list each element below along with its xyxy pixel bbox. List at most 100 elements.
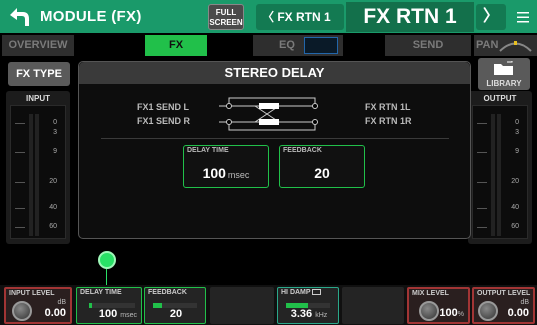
- feedback-knob-value: 20: [169, 308, 183, 320]
- meter-tick: [15, 182, 25, 183]
- input-scale-label: 0: [53, 119, 57, 126]
- delay-time-knob-unit: msec: [120, 312, 137, 319]
- menu-icon[interactable]: [512, 6, 534, 28]
- delay-time-level-fill: [89, 303, 92, 308]
- knob-cursor-line: [106, 269, 107, 285]
- feedback-value: 20: [314, 165, 330, 181]
- fullscreen-button[interactable]: FULL SCREEN: [208, 4, 244, 30]
- input-level-knob-icon: [12, 301, 32, 321]
- output-level-value: 0.00: [507, 307, 529, 319]
- input-meter-bar-r: [35, 114, 39, 236]
- feedback-knob-title: FEEDBACK: [148, 289, 187, 296]
- tab-overview[interactable]: OVERVIEW: [2, 35, 74, 56]
- tab-pan-label: PAN: [476, 39, 499, 51]
- delay-time-param[interactable]: DELAY TIME 100 msec: [183, 145, 269, 188]
- input-level-unit: dB: [57, 299, 66, 306]
- output-meter-scale: 0 3 9 20 40 60: [472, 105, 528, 239]
- pan-indicator-icon: [497, 38, 534, 53]
- hi-damp-value-wrap: 3.36 kHz: [278, 308, 340, 320]
- meter-tick: [15, 208, 25, 209]
- mix-level-title: MIX LEVEL: [412, 290, 449, 297]
- tab-eq-label: EQ: [279, 39, 295, 51]
- output-scale-label: 0: [515, 119, 519, 126]
- fx-type-button[interactable]: FX TYPE: [8, 62, 70, 86]
- output-meter-title: OUTPUT: [483, 94, 517, 103]
- back-arrow-icon[interactable]: [6, 4, 32, 30]
- output-meter-bar-l: [491, 114, 495, 236]
- input-level-title: INPUT LEVEL: [9, 290, 55, 297]
- tab-bar: OVERVIEW FX EQ SEND PAN: [0, 35, 537, 57]
- input-scale-label: 9: [53, 148, 57, 155]
- tab-send[interactable]: SEND: [385, 35, 471, 56]
- input-level-value: 0.00: [44, 307, 66, 319]
- meter-tick: [477, 227, 487, 228]
- delay-time-title: DELAY TIME: [187, 147, 229, 154]
- channel-name: FX RTN 1: [346, 2, 474, 32]
- hi-damp-knob[interactable]: HI DAMP 3.36 kHz: [277, 287, 339, 324]
- input-level-knob[interactable]: INPUT LEVEL dB 0.00: [4, 287, 72, 324]
- delay-time-knob-value-wrap: 100 msec: [99, 308, 137, 320]
- output-level-knob-icon: [478, 301, 498, 321]
- hi-damp-value: 3.36: [290, 308, 313, 320]
- effect-panel: STEREO DELAY FX1 SEND L FX1 SEND R FX RT…: [78, 61, 471, 239]
- delay-time-knob-value: 100: [98, 308, 118, 320]
- delay-time-value: 100: [202, 165, 226, 181]
- library-label: LIBRARY: [486, 79, 522, 88]
- feedback-knob[interactable]: FEEDBACK 20: [144, 287, 206, 324]
- delay-time-knob-title: DELAY TIME: [80, 289, 122, 296]
- mix-level-value: 100: [439, 307, 458, 319]
- output-level-knob[interactable]: OUTPUT LEVEL dB 0.00: [472, 287, 535, 324]
- fullscreen-label-2: SCREEN: [209, 18, 243, 27]
- input-scale-label: 40: [49, 204, 57, 211]
- input-source-label: FX1 SEND R: [137, 116, 191, 126]
- meter-tick: [15, 227, 25, 228]
- signal-flow-diagram: [219, 97, 318, 131]
- hi-damp-unit: kHz: [315, 312, 328, 319]
- hi-damp-filter-icon: [312, 289, 322, 296]
- output-level-unit: dB: [520, 299, 529, 306]
- hi-damp-title-text: HI DAMP: [281, 289, 311, 296]
- input-scale-label: 3: [53, 129, 57, 136]
- prev-channel-button[interactable]: 〈 FX RTN 1: [256, 4, 344, 30]
- effect-name: STEREO DELAY: [79, 62, 470, 84]
- output-destination-label: FX RTN 1R: [365, 116, 412, 126]
- output-scale-label: 60: [511, 223, 519, 230]
- folder-icon: [494, 61, 513, 75]
- output-destination-label: FX RTN 1L: [365, 102, 411, 112]
- output-meter: OUTPUT 0 3 9 20 40 60: [468, 91, 532, 244]
- meter-tick: [477, 152, 487, 153]
- hi-damp-title: HI DAMP: [281, 289, 322, 296]
- eq-curve-thumbnail: [304, 37, 338, 54]
- input-scale-label: 60: [49, 223, 57, 230]
- next-channel-button[interactable]: 〉: [476, 4, 506, 30]
- divider: [101, 138, 449, 139]
- output-level-title: OUTPUT LEVEL: [477, 290, 531, 297]
- mix-level-knob[interactable]: MIX LEVEL 100%: [407, 287, 470, 324]
- mix-level-unit: %: [457, 311, 464, 318]
- knob-cursor-indicator: [98, 251, 116, 269]
- feedback-param[interactable]: FEEDBACK 20: [279, 145, 365, 188]
- input-source-label: FX1 SEND L: [137, 102, 190, 112]
- empty-knob-slot: [210, 287, 274, 324]
- input-meter: INPUT 0 3 9 20 40 60: [6, 91, 70, 244]
- library-button[interactable]: LIBRARY: [478, 58, 530, 90]
- empty-knob-slot: [342, 287, 404, 324]
- mix-level-value-wrap: 100%: [439, 307, 464, 319]
- output-meter-bar-r: [497, 114, 501, 236]
- input-meter-bar-l: [29, 114, 33, 236]
- output-scale-label: 3: [515, 129, 519, 136]
- output-scale-label: 40: [511, 204, 519, 211]
- tab-fx[interactable]: FX: [145, 35, 207, 56]
- input-meter-scale: 0 3 9 20 40 60: [10, 105, 66, 239]
- feedback-title: FEEDBACK: [283, 147, 322, 154]
- meter-tick: [477, 182, 487, 183]
- module-title: MODULE (FX): [40, 8, 142, 25]
- input-meter-title: INPUT: [26, 94, 50, 103]
- meter-tick: [477, 123, 487, 124]
- delay-time-knob[interactable]: DELAY TIME 100 msec: [76, 287, 142, 324]
- input-scale-label: 20: [49, 178, 57, 185]
- title-bar: MODULE (FX) FULL SCREEN 〈 FX RTN 1 FX RT…: [0, 0, 537, 33]
- meter-tick: [15, 123, 25, 124]
- delay-time-value-wrap: 100 msec: [184, 165, 268, 181]
- meter-tick: [477, 208, 487, 209]
